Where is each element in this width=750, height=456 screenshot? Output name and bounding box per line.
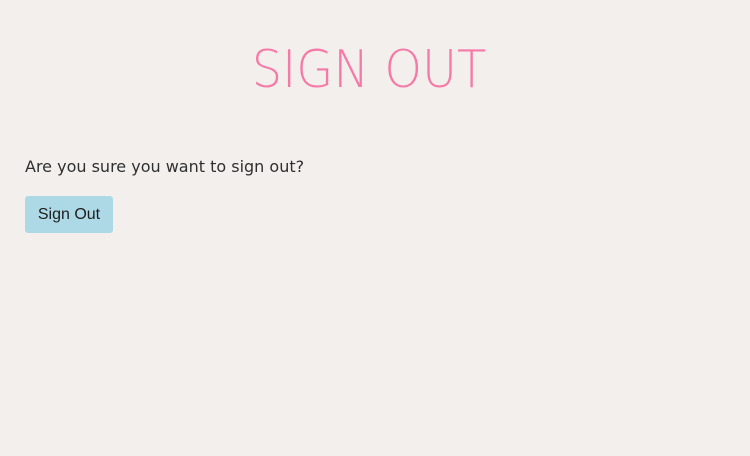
page-title: SIGN OUT xyxy=(251,40,487,100)
sign-out-page: SIGN OUT Are you sure you want to sign o… xyxy=(0,0,750,456)
sign-out-button[interactable]: Sign Out xyxy=(25,196,113,233)
sign-out-confirmation-message: Are you sure you want to sign out? xyxy=(25,157,305,176)
